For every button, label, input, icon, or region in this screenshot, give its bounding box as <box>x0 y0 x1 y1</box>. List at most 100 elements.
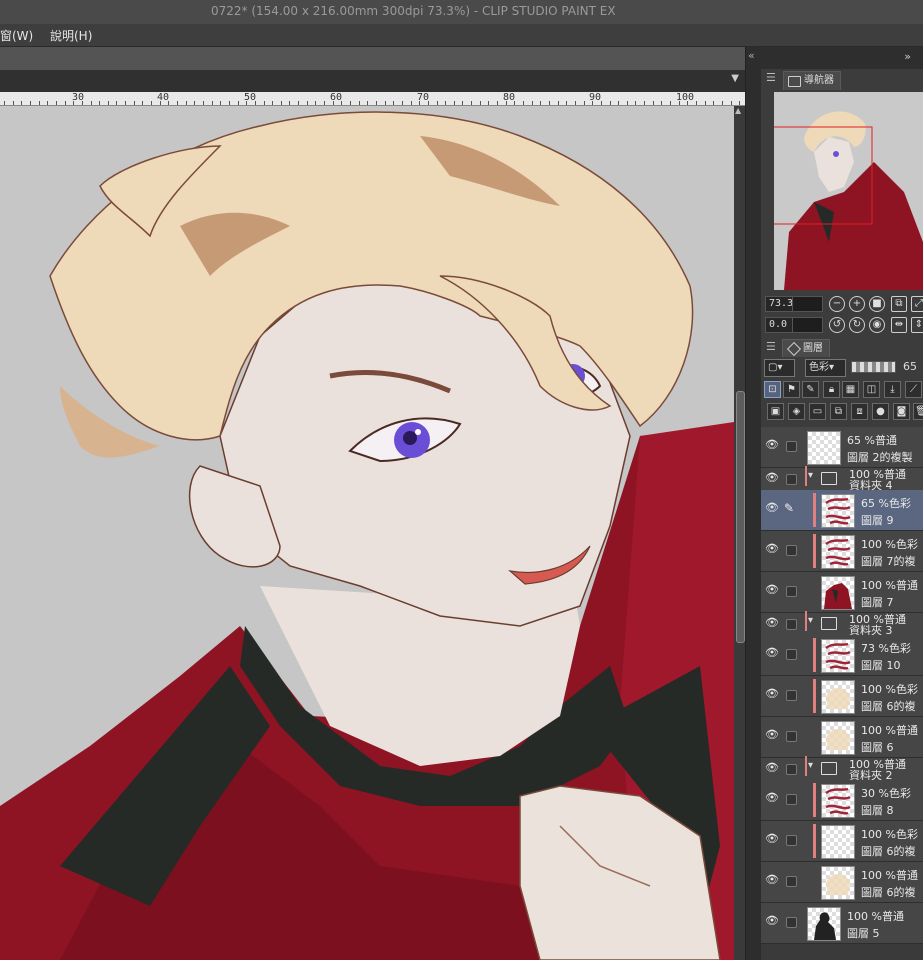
scroll-up-icon[interactable]: ▲ <box>735 106 741 115</box>
mask-icon[interactable]: ◫ <box>863 381 880 398</box>
chevron-down-icon[interactable]: ▾ <box>808 470 813 481</box>
layer-row[interactable]: 👁︎ 65 %普通 圖層 2的複製 <box>761 427 923 468</box>
new-vector-layer-icon[interactable]: ◈ <box>788 403 805 420</box>
lock-transparent-icon[interactable]: ▦ <box>842 381 859 398</box>
drawing-canvas[interactable] <box>0 106 734 960</box>
collapse-panel-icon[interactable]: « <box>748 49 755 62</box>
fit-icon[interactable]: ■ <box>869 296 885 312</box>
trash-icon[interactable]: 🗑︎ <box>913 403 923 420</box>
ruler-link-icon[interactable]: ⟋ <box>905 381 922 398</box>
eye-icon[interactable]: 👁︎ <box>765 915 779 926</box>
layer-lock-checkbox[interactable] <box>786 474 797 485</box>
navigator-menu-icon[interactable]: ☰ <box>766 71 776 84</box>
new-folder-icon[interactable]: ▭ <box>809 403 826 420</box>
actual-size-icon[interactable]: ⧉ <box>891 296 907 312</box>
opacity-slider[interactable] <box>851 361 896 373</box>
eye-icon[interactable]: 👁︎ <box>765 762 779 773</box>
apply-mask-icon[interactable]: ◙ <box>893 403 910 420</box>
eye-icon[interactable]: 👁︎ <box>765 584 779 595</box>
canvas-vertical-scrollbar[interactable]: ▲ <box>734 106 745 960</box>
layer-row[interactable]: 👁︎ 73 %色彩 圖層 10 <box>761 635 923 676</box>
layer-folder-row[interactable]: 👁︎ ▾ 100 %普通 資料夾 2 <box>761 756 923 782</box>
layer-lock-checkbox[interactable] <box>786 649 797 660</box>
layer-folder-row[interactable]: 👁︎ ▾ 100 %普通 資料夾 4 <box>761 466 923 492</box>
reset-rotate-icon[interactable]: ◉ <box>869 317 885 333</box>
create-mask-icon[interactable]: ● <box>872 403 889 420</box>
layer-color-select[interactable]: ▢▾ <box>764 359 795 377</box>
lighthouse-icon[interactable]: ⚑ <box>783 381 800 398</box>
fit-window-icon[interactable]: ⤢ <box>911 296 923 312</box>
layer-menu-icon[interactable]: ☰ <box>766 340 776 353</box>
eye-icon[interactable]: 👁︎ <box>765 647 779 658</box>
tab-layers[interactable]: 圖層 <box>782 339 830 358</box>
zoom-slider[interactable] <box>792 296 823 312</box>
zoom-field[interactable]: 73.3 <box>765 296 794 312</box>
ruler-tick <box>211 101 213 105</box>
layer-name-text: 圖層 8 <box>861 804 894 817</box>
chevron-down-icon[interactable]: ▾ <box>808 615 813 626</box>
eye-icon[interactable]: 👁︎ <box>765 833 779 844</box>
navigator-preview[interactable] <box>774 92 923 290</box>
new-raster-layer-icon[interactable]: ▣ <box>767 403 784 420</box>
expand-panel-icon[interactable]: » <box>904 50 911 63</box>
blend-mode-select[interactable]: 色彩▾ <box>805 359 846 377</box>
draft-layer-icon[interactable]: ✎ <box>802 381 819 398</box>
flip-vertical-icon[interactable]: ⇕ <box>911 317 923 333</box>
eye-icon[interactable]: 👁︎ <box>765 792 779 803</box>
scrollbar-thumb[interactable] <box>736 391 745 643</box>
eye-icon[interactable]: 👁︎ <box>765 543 779 554</box>
layer-lock-checkbox[interactable] <box>786 619 797 630</box>
layer-row[interactable]: 👁︎ 100 %普通 圖層 7 <box>761 572 923 613</box>
layer-toolbar: ▢▾ 色彩▾ 65 ⊡ ⚑ ✎ 🔒︎ ▦ ◫ ⤓ ⟋ ▣ ◈ ▭ ⧉ ⧈ ● ◙… <box>761 357 923 423</box>
eye-icon[interactable]: 👁︎ <box>765 617 779 628</box>
panel-splitter[interactable]: « <box>745 47 762 960</box>
ruler-tick <box>540 101 542 105</box>
rotate-left-icon[interactable]: ↺ <box>829 317 845 333</box>
tab-navigator[interactable]: 導航器 <box>783 71 841 90</box>
layer-row[interactable]: 👁︎ 100 %普通 圖層 6的複 <box>761 862 923 903</box>
ruler-tick <box>721 101 723 105</box>
eye-icon[interactable]: 👁︎ <box>765 439 779 450</box>
reference-layer-icon[interactable]: ⊡ <box>764 381 781 398</box>
menu-window[interactable]: 窗(W) <box>0 27 33 44</box>
chevron-down-icon[interactable]: ▾ <box>808 760 813 771</box>
merge-down-icon[interactable]: ⧈ <box>851 403 868 420</box>
clipping-icon[interactable]: ⤓ <box>884 381 901 398</box>
layer-row[interactable]: 👁︎ 100 %普通 圖層 5 <box>761 903 923 944</box>
tab-dropdown-icon[interactable]: ▼ <box>731 73 739 84</box>
ruler-tick <box>64 101 66 105</box>
layer-lock-checkbox[interactable] <box>786 586 797 597</box>
rotate-field[interactable]: 0.0 <box>765 317 794 333</box>
menu-help[interactable]: 說明(H) <box>50 27 92 44</box>
transfer-down-icon[interactable]: ⧉ <box>830 403 847 420</box>
layer-lock-checkbox[interactable] <box>786 764 797 775</box>
layer-lock-checkbox[interactable] <box>786 731 797 742</box>
layer-row[interactable]: 👁︎ 100 %普通 圖層 6 <box>761 717 923 758</box>
eye-icon[interactable]: 👁︎ <box>765 688 779 699</box>
zoom-in-icon[interactable]: + <box>849 296 865 312</box>
layer-lock-checkbox[interactable] <box>786 876 797 887</box>
ruler-tick <box>272 101 274 105</box>
layer-lock-checkbox[interactable] <box>786 917 797 928</box>
layer-lock-checkbox[interactable] <box>786 835 797 846</box>
zoom-out-icon[interactable]: − <box>829 296 845 312</box>
layer-lock-checkbox[interactable] <box>786 794 797 805</box>
rotate-right-icon[interactable]: ↻ <box>849 317 865 333</box>
rotate-slider[interactable] <box>792 317 823 333</box>
eye-icon[interactable]: 👁︎ <box>765 502 779 513</box>
layer-row[interactable]: 👁︎ 30 %色彩 圖層 8 <box>761 780 923 821</box>
eye-icon[interactable]: 👁︎ <box>765 472 779 483</box>
layer-folder-row[interactable]: 👁︎ ▾ 100 %普通 資料夾 3 <box>761 611 923 637</box>
layer-row[interactable]: 👁︎ 100 %色彩 圖層 6的複 <box>761 676 923 717</box>
eye-icon[interactable]: 👁︎ <box>765 729 779 740</box>
layer-row[interactable]: 👁︎ 100 %色彩 圖層 7的複 <box>761 531 923 572</box>
flip-horizontal-icon[interactable]: ⇹ <box>891 317 907 333</box>
layer-lock-checkbox[interactable] <box>786 441 797 452</box>
layer-row[interactable]: 👁︎ 100 %色彩 圖層 6的複 <box>761 821 923 862</box>
eye-icon[interactable]: 👁︎ <box>765 874 779 885</box>
layer-row[interactable]: 👁︎ ✎ 65 %色彩 圖層 9 <box>761 490 923 531</box>
layer-lock-checkbox[interactable] <box>786 690 797 701</box>
ruler-tick <box>280 101 282 105</box>
lock-icon[interactable]: 🔒︎ <box>823 381 840 398</box>
layer-lock-checkbox[interactable] <box>786 545 797 556</box>
